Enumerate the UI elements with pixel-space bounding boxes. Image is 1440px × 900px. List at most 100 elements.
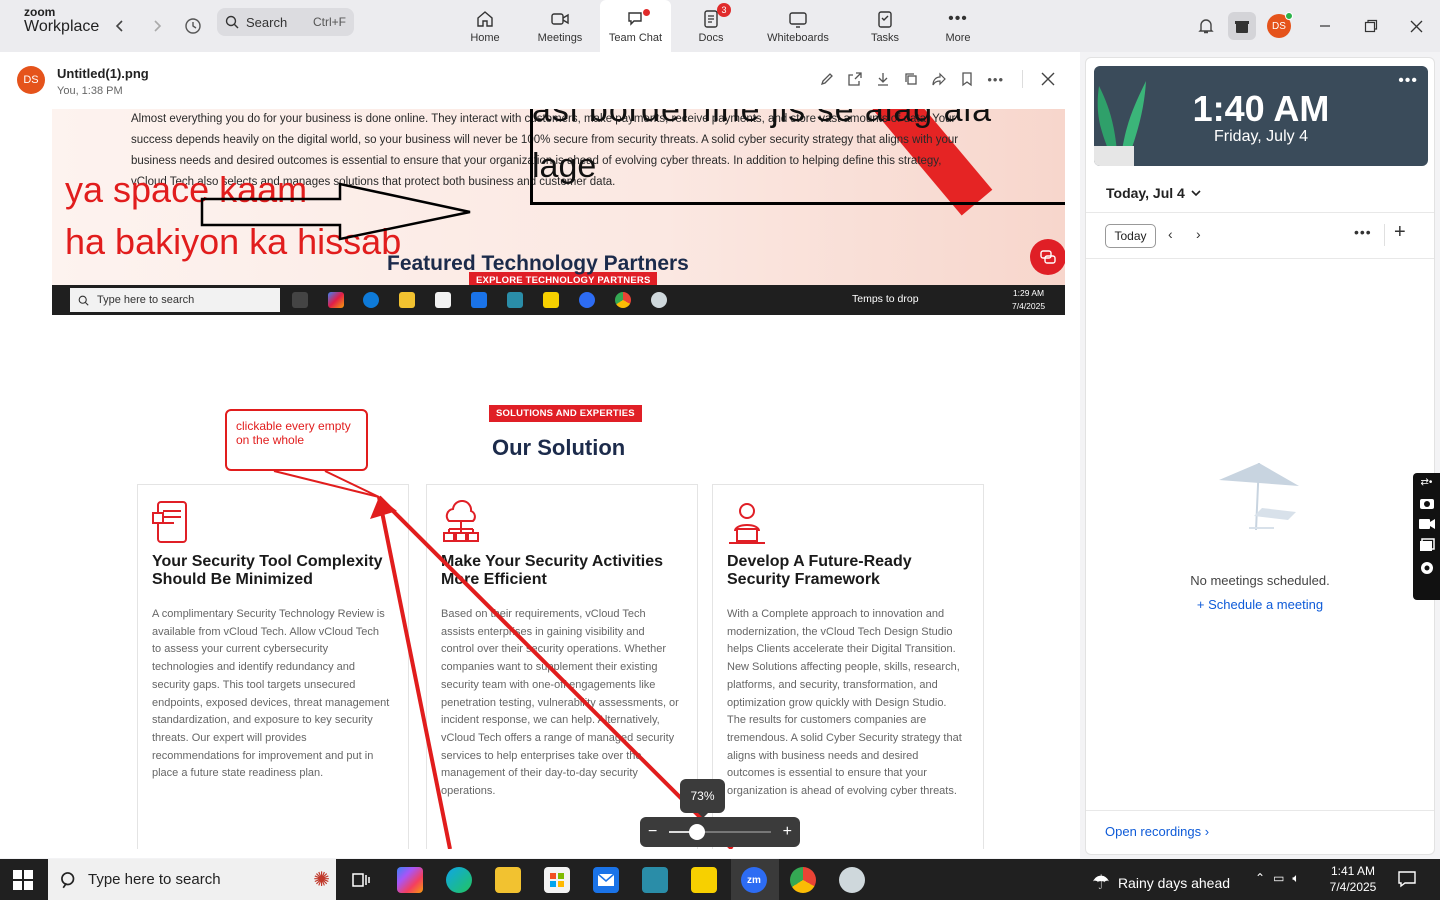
- clock-date: Friday, July 4: [1214, 128, 1308, 145]
- tab-meetings[interactable]: Meetings: [527, 0, 593, 52]
- more-icon: •••: [948, 10, 968, 27]
- sticky-notes-icon[interactable]: [691, 867, 717, 893]
- network-icon[interactable]: ▭: [1273, 871, 1284, 886]
- back-button[interactable]: [106, 12, 134, 40]
- app-icon[interactable]: [642, 867, 668, 893]
- search-shortcut: Ctrl+F: [313, 15, 346, 29]
- date-picker-label: Today, Jul 4: [1106, 185, 1185, 201]
- schedule-meeting-link[interactable]: + Schedule a meeting: [1086, 597, 1434, 612]
- copy-icon[interactable]: [903, 71, 919, 87]
- gear-icon[interactable]: [1419, 560, 1435, 576]
- search-label: Search: [246, 14, 288, 30]
- folder-icon: [399, 292, 415, 308]
- share-icon[interactable]: [931, 71, 947, 87]
- cloud-network-icon: [443, 500, 479, 542]
- tab-docs[interactable]: 3 Docs: [685, 0, 737, 52]
- search-icon: [78, 295, 89, 306]
- clock-time: 1:40 AM: [1192, 88, 1330, 129]
- zoom-app-icon: [579, 292, 595, 308]
- taskbar-date: 7/4/2025: [1329, 880, 1377, 894]
- tab-team-chat[interactable]: Team Chat: [600, 0, 671, 52]
- unread-dot: [642, 9, 650, 16]
- prev-day-button[interactable]: ‹: [1168, 226, 1173, 242]
- today-button[interactable]: Today: [1105, 224, 1156, 248]
- calendar-more-icon[interactable]: •••: [1354, 224, 1372, 240]
- weather-widget[interactable]: ☂ Rainy days ahead: [1092, 870, 1230, 895]
- taskbar-search[interactable]: Type here to search ✺: [48, 859, 336, 900]
- sticky-notes-icon: [543, 292, 559, 308]
- floating-side-toolbar: ⇄•: [1413, 473, 1440, 600]
- gift-icon: [1235, 21, 1249, 33]
- chevron-down-icon: [1191, 190, 1201, 197]
- history-button[interactable]: [179, 12, 207, 40]
- zoom-slider-handle[interactable]: [688, 824, 705, 840]
- annotation-text-line1: asi border line jis se alag ala: [532, 109, 993, 129]
- plus-icon: +: [1196, 597, 1209, 612]
- video-record-icon[interactable]: [1418, 518, 1436, 530]
- tab-home[interactable]: Home: [455, 0, 515, 52]
- open-external-icon[interactable]: [847, 71, 863, 87]
- mail-icon[interactable]: [593, 867, 619, 893]
- umbrella-icon: ☂: [1092, 872, 1110, 894]
- docs-badge: 3: [717, 3, 731, 17]
- forward-button[interactable]: [143, 12, 171, 40]
- divider: [1086, 258, 1434, 259]
- tab-docs-label: Docs: [698, 32, 724, 44]
- search-icon: [225, 15, 239, 29]
- camera-icon[interactable]: [1419, 496, 1435, 510]
- task-view-icon[interactable]: [348, 867, 374, 893]
- copilot-icon: [328, 292, 344, 308]
- copilot-icon[interactable]: [397, 867, 423, 893]
- bell-icon: [1198, 19, 1214, 34]
- system-tray: ⌃ ▭ 🔈︎: [1255, 871, 1300, 886]
- tasks-icon: [878, 11, 892, 28]
- next-day-button[interactable]: ›: [1196, 226, 1201, 242]
- gift-button[interactable]: [1228, 12, 1256, 40]
- bookmark-icon[interactable]: [959, 71, 975, 87]
- add-event-button[interactable]: +: [1394, 221, 1406, 244]
- close-viewer-icon[interactable]: [1041, 72, 1055, 86]
- our-solution-heading: Our Solution: [492, 435, 626, 460]
- paint-icon[interactable]: [839, 867, 865, 893]
- sender-avatar[interactable]: DS: [17, 66, 45, 94]
- notifications-button[interactable]: [1192, 12, 1220, 40]
- chevron-up-icon[interactable]: ⌃: [1255, 871, 1265, 886]
- window-icon[interactable]: [1419, 538, 1435, 552]
- date-picker[interactable]: Today, Jul 4: [1106, 185, 1201, 201]
- annotate-icon[interactable]: [819, 71, 835, 87]
- zoom-out-button[interactable]: −: [648, 823, 657, 841]
- close-window-button[interactable]: [1402, 12, 1430, 40]
- chrome-icon[interactable]: [790, 867, 816, 893]
- tab-more[interactable]: ••• More: [936, 0, 980, 52]
- zoom-in-button[interactable]: +: [783, 823, 792, 841]
- maximize-button[interactable]: [1357, 12, 1385, 40]
- volume-icon[interactable]: 🔈︎: [1292, 871, 1299, 886]
- screenshot-image: Almost everything you do for your busine…: [52, 109, 1065, 849]
- file-explorer-icon[interactable]: [495, 867, 521, 893]
- solution-card-2: Make Your Security Activities More Effic…: [426, 484, 698, 849]
- clock-more-icon[interactable]: •••: [1398, 72, 1418, 90]
- annotation-callout: clickable every empty on the whole: [225, 409, 368, 471]
- zoom-slider[interactable]: [669, 824, 771, 840]
- notification-center-icon[interactable]: [1397, 870, 1417, 888]
- tab-whiteboards[interactable]: Whiteboards: [757, 0, 839, 52]
- download-icon[interactable]: [875, 71, 891, 87]
- annotation-text-line2: lage: [532, 147, 597, 185]
- card-2-body: Based on their requirements, vCloud Tech…: [441, 608, 679, 798]
- tab-tasks[interactable]: Tasks: [862, 0, 908, 52]
- more-options-icon[interactable]: •••: [987, 72, 1004, 87]
- open-recordings-link[interactable]: Open recordings ›: [1105, 824, 1209, 839]
- minimize-button[interactable]: [1311, 12, 1339, 40]
- close-icon: [1410, 20, 1422, 32]
- windows-start-icon[interactable]: [12, 869, 34, 891]
- taskbar-clock[interactable]: 1:41 AM 7/4/2025: [1322, 863, 1384, 895]
- microsoft-store-icon[interactable]: [544, 867, 570, 893]
- link-icon[interactable]: ⇄•: [1421, 477, 1433, 488]
- edge-icon[interactable]: [446, 867, 472, 893]
- fireworks-icon: ✺: [313, 869, 330, 891]
- global-search[interactable]: Search Ctrl+F: [217, 8, 354, 36]
- profile-button[interactable]: DS: [1265, 12, 1293, 40]
- zoom-taskbar-icon[interactable]: zm: [741, 867, 767, 893]
- windows-taskbar: Type here to search ✺ zm ☂ Rainy days ah…: [0, 859, 1440, 900]
- taskbar-search-placeholder: Type here to search: [88, 871, 221, 888]
